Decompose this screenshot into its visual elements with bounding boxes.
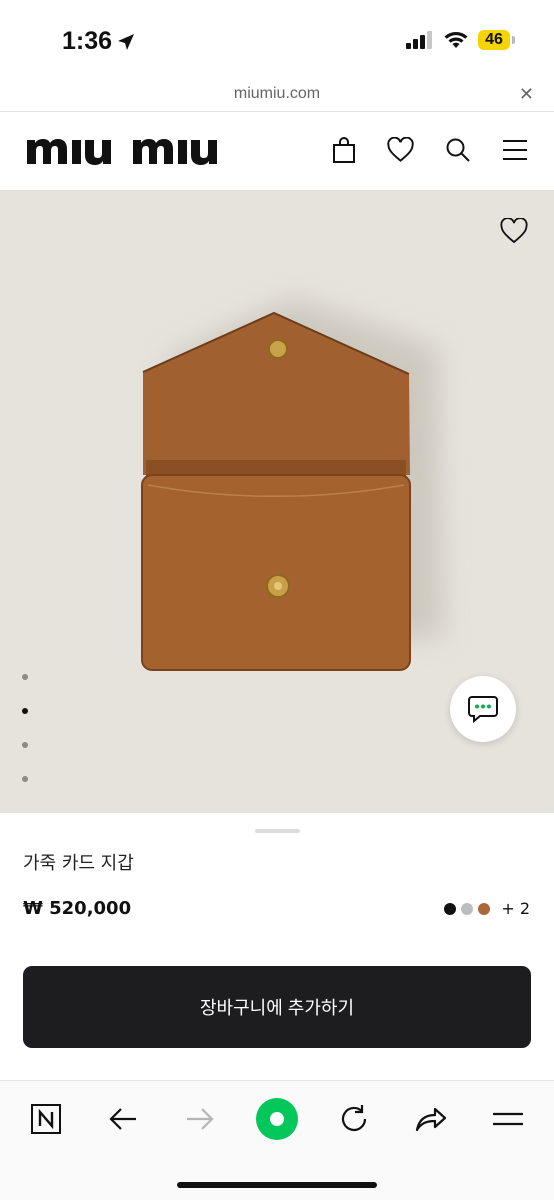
sheet-handle[interactable] xyxy=(255,829,300,833)
carousel-dot[interactable] xyxy=(22,776,28,782)
header-icons xyxy=(330,136,528,163)
swatch-brown[interactable] xyxy=(478,902,491,915)
reload-icon[interactable] xyxy=(332,1097,376,1141)
heart-icon[interactable] xyxy=(387,136,414,163)
swatch-black[interactable] xyxy=(444,902,457,915)
status-bar: 1:36 46 xyxy=(0,0,554,78)
wifi-icon xyxy=(444,32,468,48)
n-icon[interactable] xyxy=(24,1097,68,1141)
carousel-dot-active[interactable] xyxy=(22,708,28,714)
product-image-carousel[interactable] xyxy=(0,190,554,813)
site-header xyxy=(0,112,554,190)
cellular-signal-icon xyxy=(406,31,432,49)
time-text: 1:36 xyxy=(62,27,113,55)
product-price: ₩ 520,000 xyxy=(23,898,132,919)
swatch-grey[interactable] xyxy=(461,902,474,915)
menu-icon[interactable] xyxy=(501,136,528,163)
search-icon[interactable] xyxy=(444,136,471,163)
menu-lines-icon[interactable] xyxy=(486,1097,530,1141)
share-icon[interactable] xyxy=(409,1097,453,1141)
add-to-cart-button[interactable]: 장바구니에 추가하기 xyxy=(23,966,531,1048)
chat-icon xyxy=(468,696,498,723)
location-arrow-icon xyxy=(118,33,135,50)
close-icon[interactable]: ✕ xyxy=(519,84,534,105)
carousel-dot[interactable] xyxy=(22,674,28,680)
battery-icon: 46 xyxy=(478,30,515,50)
carousel-indicator xyxy=(22,674,28,782)
forward-arrow-icon xyxy=(178,1097,222,1141)
status-time: 1:36 xyxy=(62,27,136,56)
status-icons: 46 xyxy=(406,30,515,50)
green-dot-icon[interactable] xyxy=(253,1095,301,1143)
product-name: 가죽 카드 지갑 xyxy=(23,853,134,874)
logo-wordmark xyxy=(27,139,217,165)
chat-button[interactable] xyxy=(450,676,516,742)
wishlist-heart-icon[interactable] xyxy=(500,217,528,248)
browser-url-bar[interactable]: miumiu.com ✕ xyxy=(0,78,554,112)
back-arrow-icon[interactable] xyxy=(101,1097,145,1141)
miu-miu-logo[interactable] xyxy=(25,130,237,170)
bag-icon[interactable] xyxy=(330,136,357,163)
more-colors-count[interactable]: + 2 xyxy=(501,899,530,918)
color-swatches[interactable]: + 2 xyxy=(444,899,530,918)
home-indicator[interactable] xyxy=(177,1182,377,1188)
url-text[interactable]: miumiu.com xyxy=(0,85,554,103)
carousel-dot[interactable] xyxy=(22,742,28,748)
battery-level: 46 xyxy=(485,31,503,48)
